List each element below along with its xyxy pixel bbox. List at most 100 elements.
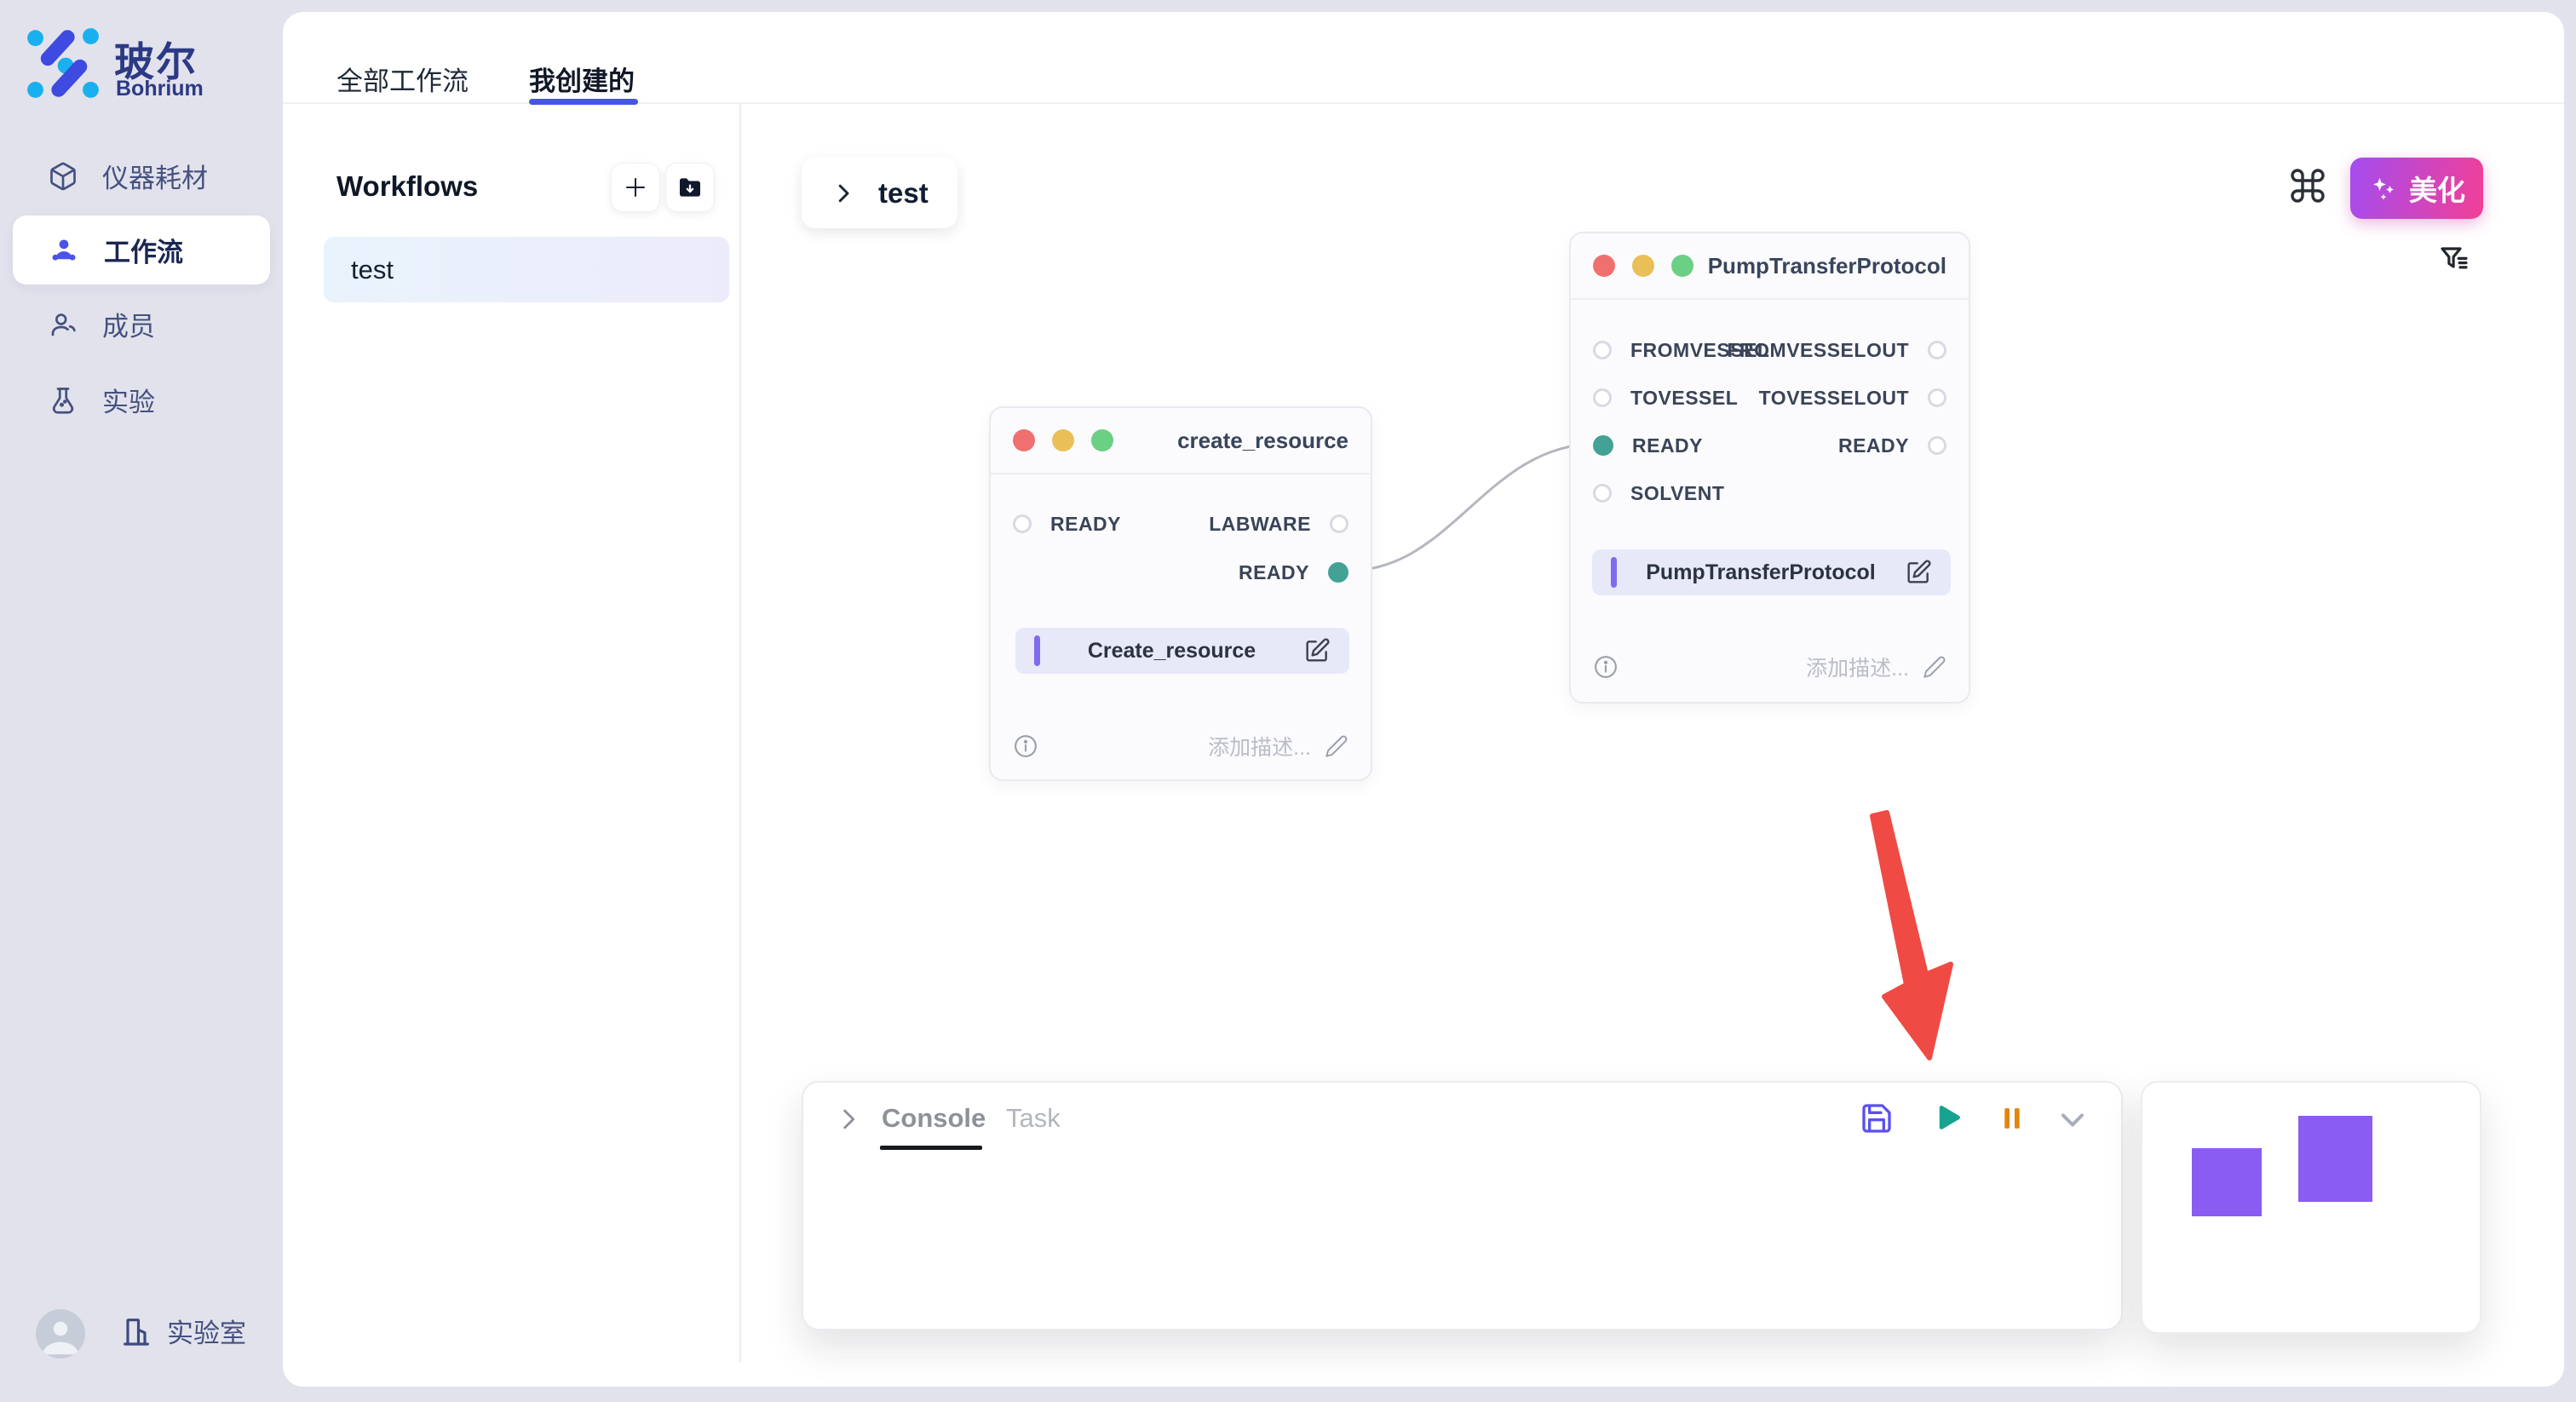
sparkles-icon — [2368, 173, 2399, 204]
port-in-ready[interactable]: READY — [1593, 430, 1703, 461]
main-content-card: 全部工作流 我创建的 Workflows test — [283, 12, 2564, 1387]
description-placeholder[interactable]: 添加描述... — [1208, 731, 1311, 761]
canvas-breadcrumb[interactable]: test — [802, 158, 957, 228]
pill-accent-bar — [1611, 557, 1617, 588]
workflows-panel-title: Workflows — [336, 170, 478, 203]
people-icon — [48, 234, 80, 267]
edge-ready-connection[interactable] — [1348, 444, 1597, 571]
workflow-tabbar: 全部工作流 我创建的 — [283, 12, 2564, 104]
beautify-label: 美化 — [2409, 168, 2465, 209]
port-dot-connected[interactable] — [1593, 435, 1613, 456]
port-label: READY — [1239, 561, 1309, 584]
node-create-resource[interactable]: create_resource READY LABWARE READY Crea… — [989, 406, 1372, 781]
pause-icon[interactable] — [1996, 1102, 2028, 1135]
node-footer: 添加描述... — [1593, 648, 1946, 686]
beautify-button[interactable]: 美化 — [2350, 158, 2483, 219]
tab-all-workflows[interactable]: 全部工作流 — [336, 60, 469, 98]
port-out-tovesselout[interactable]: TOVESSELOUT — [1759, 382, 1946, 413]
description-placeholder[interactable]: 添加描述... — [1806, 652, 1909, 682]
info-icon[interactable] — [1593, 654, 1619, 680]
tab-my-created[interactable]: 我创建的 — [529, 60, 635, 98]
sidebar-item-workflow[interactable]: 工作流 — [13, 215, 270, 284]
node-title: PumpTransferProtocol — [1708, 253, 1946, 279]
dot-yellow — [1052, 429, 1074, 451]
port-dot[interactable] — [1593, 484, 1612, 503]
sidebar-item-label: 成员 — [102, 305, 155, 343]
traffic-dots — [1593, 255, 1693, 277]
port-dot[interactable] — [1928, 388, 1946, 407]
node-footer: 添加描述... — [1013, 727, 1348, 765]
dot-red — [1013, 429, 1035, 451]
port-dot-connected[interactable] — [1328, 562, 1348, 583]
node-function-pill[interactable]: PumpTransferProtocol — [1592, 549, 1951, 595]
tab-console[interactable]: Console — [882, 1103, 986, 1134]
traffic-dots — [1013, 429, 1113, 451]
dot-green — [1671, 255, 1693, 277]
save-icon[interactable] — [1860, 1101, 1894, 1135]
port-dot[interactable] — [1593, 341, 1612, 359]
port-out-fromvesselout[interactable]: FROMVESSELOUT — [1727, 335, 1946, 365]
port-label: SOLVENT — [1630, 482, 1724, 505]
port-label: FROMVESSELOUT — [1727, 339, 1909, 362]
minimap-node-pump-transfer — [2298, 1116, 2372, 1202]
folder-download-icon — [676, 174, 704, 201]
workflow-list-item-test[interactable]: test — [324, 237, 729, 302]
port-in-ready[interactable]: READY — [1013, 509, 1121, 539]
pencil-icon[interactable] — [1923, 655, 1946, 679]
pill-label: PumpTransferProtocol — [1617, 560, 1905, 585]
bohrium-logo-icon — [26, 26, 101, 101]
run-icon[interactable] — [1928, 1100, 1965, 1137]
workflows-panel: Workflows test — [283, 104, 741, 1363]
port-dot[interactable] — [1928, 341, 1946, 359]
port-dot[interactable] — [1928, 436, 1946, 455]
add-workflow-button[interactable] — [611, 163, 660, 212]
minimap[interactable] — [2141, 1081, 2481, 1334]
tab-task[interactable]: Task — [1006, 1103, 1061, 1134]
port-label: TOVESSEL — [1630, 387, 1738, 410]
member-icon — [48, 309, 78, 340]
filter-icon[interactable] — [2436, 243, 2472, 279]
sidebar-item-experiments[interactable]: 实验 — [13, 365, 270, 434]
port-label: READY — [1838, 434, 1909, 457]
node-function-pill[interactable]: Create_resource — [1015, 628, 1349, 674]
person-icon — [36, 1309, 85, 1359]
command-palette-icon[interactable] — [2287, 165, 2328, 206]
sidebar-item-label: 仪器耗材 — [102, 157, 208, 195]
node-title: create_resource — [1177, 428, 1348, 454]
brand-name-en: Bohrium — [116, 77, 204, 101]
console-tab-underline — [880, 1146, 982, 1150]
port-dot[interactable] — [1330, 514, 1348, 533]
pencil-icon[interactable] — [1325, 734, 1348, 758]
collapse-chevron-down-icon[interactable] — [2054, 1101, 2091, 1139]
dot-red — [1593, 255, 1615, 277]
port-dot[interactable] — [1593, 388, 1612, 407]
port-out-ready[interactable]: READY — [1239, 557, 1348, 588]
node-header[interactable]: PumpTransferProtocol — [1571, 233, 1969, 300]
port-dot[interactable] — [1013, 514, 1032, 533]
edit-icon[interactable] — [1905, 559, 1932, 586]
console-panel: Console Task — [802, 1081, 2123, 1330]
import-workflow-button[interactable] — [665, 163, 715, 212]
sidebar-item-label: 工作流 — [104, 231, 183, 269]
port-out-ready[interactable]: READY — [1838, 430, 1946, 461]
user-avatar[interactable] — [36, 1309, 85, 1359]
pill-label: Create_resource — [1040, 639, 1303, 664]
port-in-tovessel[interactable]: TOVESSEL — [1593, 382, 1738, 413]
breadcrumb-label: test — [878, 177, 929, 210]
port-in-solvent[interactable]: SOLVENT — [1593, 478, 1724, 509]
sidebar-item-label: 实验 — [102, 381, 155, 419]
node-header[interactable]: create_resource — [991, 408, 1371, 474]
collapse-chevron-right-icon[interactable] — [834, 1105, 863, 1134]
port-out-labware[interactable]: LABWARE — [1209, 509, 1348, 539]
edit-icon[interactable] — [1303, 637, 1331, 664]
sidebar-item-consumables[interactable]: 仪器耗材 — [13, 141, 270, 210]
sidebar-item-members[interactable]: 成员 — [13, 290, 270, 359]
testtube-icon — [48, 385, 78, 416]
lab-switcher[interactable]: 实验室 — [119, 1312, 246, 1350]
workflow-canvas[interactable]: test 美化 crea — [741, 104, 2564, 1387]
pill-accent-bar — [1034, 635, 1040, 666]
plus-icon — [623, 175, 648, 200]
port-label: READY — [1632, 434, 1703, 457]
info-icon[interactable] — [1013, 733, 1038, 759]
node-pump-transfer-protocol[interactable]: PumpTransferProtocol FROMVESSEL FROMVESS… — [1569, 232, 1970, 704]
